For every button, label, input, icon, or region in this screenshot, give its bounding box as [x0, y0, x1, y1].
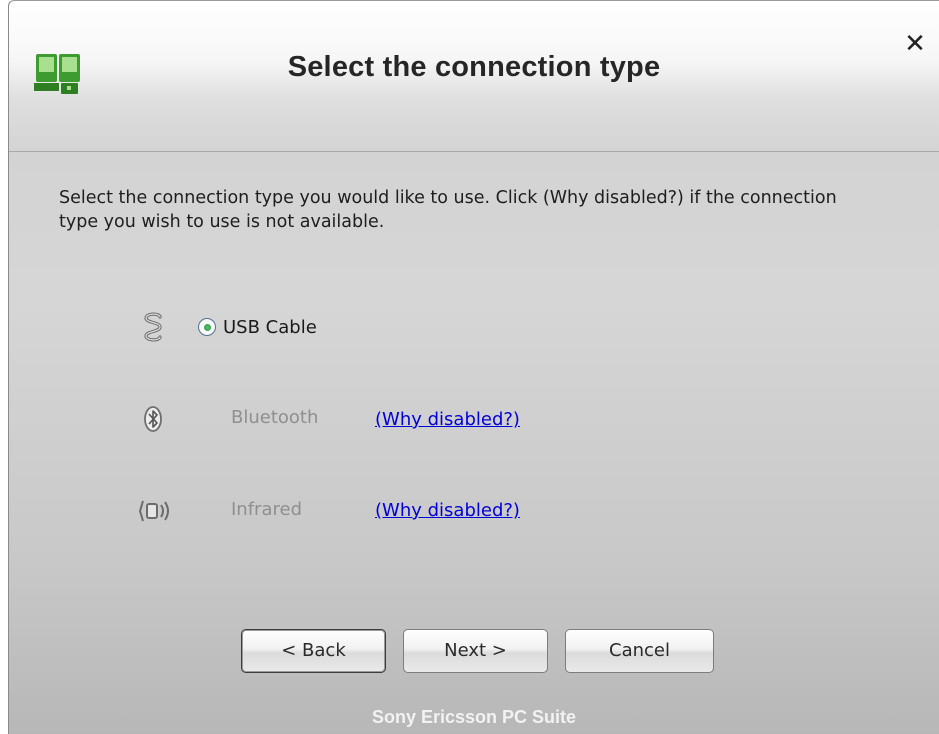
- dialog-header: Select the connection type ✕: [9, 1, 939, 152]
- infrared-icon: [138, 500, 169, 522]
- cancel-button[interactable]: Cancel: [565, 629, 714, 673]
- infrared-label: Infrared: [231, 499, 302, 520]
- bluetooth-why-disabled-link[interactable]: (Why disabled?): [375, 409, 520, 430]
- instructions-text: Select the connection type you would lik…: [59, 188, 837, 232]
- dialog-window: Select the connection type ✕ Select the …: [8, 0, 939, 734]
- footer-brand: Sony Ericsson PC Suite: [371, 707, 577, 727]
- next-button[interactable]: Next >: [403, 629, 548, 673]
- bluetooth-icon: [144, 406, 162, 432]
- bluetooth-label: Bluetooth: [231, 407, 319, 428]
- usb-cable-radio[interactable]: [198, 318, 216, 336]
- usb-cable-label[interactable]: USB Cable: [223, 317, 317, 338]
- usb-cable-icon: [144, 312, 162, 342]
- close-button[interactable]: ✕: [902, 31, 928, 57]
- infrared-why-disabled-link[interactable]: (Why disabled?): [375, 500, 520, 521]
- back-button[interactable]: < Back: [241, 629, 386, 673]
- radio-selected-dot: [204, 324, 211, 331]
- dialog-title: Select the connection type: [287, 51, 661, 83]
- close-icon[interactable]: ✕: [904, 29, 926, 59]
